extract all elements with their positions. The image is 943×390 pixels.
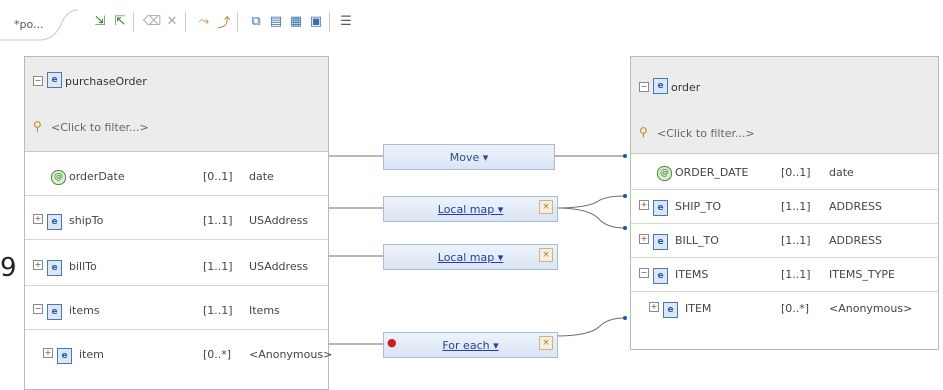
expand-icon[interactable]: + [33,260,43,270]
transform-move[interactable]: Move ▾ [383,144,555,170]
element-icon: e [653,200,668,216]
row-cardinality: [0..1] [203,170,233,183]
row-type: <Anonymous> [829,302,913,315]
collapse-icon[interactable]: − [639,82,649,92]
source-row-orderDate[interactable]: @ orderDate [0..1] date [25,159,328,196]
target-schema-panel: − e order ⚲ <Click to filter...> @ ORDER… [630,56,939,350]
row-cardinality: [1..1] [781,234,811,247]
row-type: USAddress [249,260,309,273]
element-icon: e [653,234,668,250]
row-type: ADDRESS [829,200,883,213]
element-icon: e [653,268,668,284]
row-type: ITEMS_TYPE [829,268,895,281]
source-row-items[interactable]: − e items [1..1] Items [25,293,328,330]
transform-label[interactable]: For each ▾ [384,339,557,352]
transform-local-map-2[interactable]: Local map ▾ × [383,244,558,270]
transform-local-map-1[interactable]: Local map ▾ × [383,196,558,222]
row-name: ITEM [685,302,712,315]
target-panel-header: − e order ⚲ <Click to filter...> [631,57,938,154]
transform-label[interactable]: Move ▾ [384,151,554,164]
row-cardinality: [1..1] [781,200,811,213]
filter-icon: ⚲ [639,125,648,139]
transform-menu-icon[interactable]: × [539,200,553,214]
row-type: date [249,170,274,183]
row-type: <Anonymous> [249,348,333,361]
source-row-shipTo[interactable]: + e shipTo [1..1] USAddress [25,203,328,240]
source-panel-header: − e purchaseOrder ⚲ <Click to filter...> [25,57,328,152]
source-filter-field[interactable]: <Click to filter...> [51,121,149,134]
element-icon: e [47,72,62,88]
row-name: billTo [69,260,97,273]
element-icon: e [47,304,62,320]
row-cardinality: [0..*] [781,302,810,315]
row-cardinality: [1..1] [203,260,233,273]
transform-menu-icon[interactable]: × [539,248,553,262]
row-name: BILL_TO [675,234,719,247]
transform-for-each[interactable]: ● For each ▾ × [383,332,558,358]
target-filter-field[interactable]: <Click to filter...> [657,127,755,140]
collapse-icon[interactable]: − [33,76,43,86]
row-name: item [79,348,104,361]
attribute-icon: @ [657,166,672,181]
row-cardinality: [0..*] [203,348,232,361]
expand-icon[interactable]: + [639,234,649,244]
target-root-label[interactable]: order [671,81,700,94]
row-type: ADDRESS [829,234,883,247]
row-type: date [829,166,854,179]
element-icon: e [653,78,668,94]
row-name: SHIP_TO [675,200,722,213]
attribute-icon: @ [51,170,66,185]
source-schema-panel: − e purchaseOrder ⚲ <Click to filter...>… [24,56,332,390]
row-name: items [69,304,100,317]
collapse-icon[interactable]: − [33,304,43,314]
row-cardinality: [1..1] [203,214,233,227]
expand-icon[interactable]: + [639,200,649,210]
transform-label[interactable]: Local map ▾ [384,251,557,264]
filter-icon: ⚲ [33,119,42,133]
target-row-SHIP_TO[interactable]: + e SHIP_TO [1..1] ADDRESS [631,189,938,224]
source-root-label[interactable]: purchaseOrder [65,75,147,88]
expand-icon[interactable]: + [43,348,53,358]
row-cardinality: [1..1] [781,268,811,281]
target-row-ITEM[interactable]: + e ITEM [0..*] <Anonymous> [631,291,938,325]
target-row-ITEMS[interactable]: − e ITEMS [1..1] ITEMS_TYPE [631,257,938,292]
expand-icon[interactable]: + [649,302,659,312]
margin-number: 9 [0,253,17,283]
element-icon: e [663,302,678,318]
target-row-BILL_TO[interactable]: + e BILL_TO [1..1] ADDRESS [631,223,938,258]
expand-icon[interactable]: + [33,214,43,224]
row-name: ORDER_DATE [675,166,749,179]
row-name: orderDate [69,170,125,183]
row-cardinality: [0..1] [781,166,811,179]
row-cardinality: [1..1] [203,304,233,317]
element-icon: e [47,214,62,230]
source-row-billTo[interactable]: + e billTo [1..1] USAddress [25,249,328,286]
transform-label[interactable]: Local map ▾ [384,203,557,216]
source-row-item[interactable]: + e item [0..*] <Anonymous> [25,337,332,373]
row-name: ITEMS [675,268,709,281]
element-icon: e [47,260,62,276]
row-type: USAddress [249,214,309,227]
collapse-icon[interactable]: − [639,268,649,278]
target-row-ORDER_DATE[interactable]: @ ORDER_DATE [0..1] date [631,155,938,190]
row-type: Items [249,304,280,317]
transform-menu-icon[interactable]: × [539,336,553,350]
row-name: shipTo [69,214,104,227]
element-icon: e [57,348,72,364]
